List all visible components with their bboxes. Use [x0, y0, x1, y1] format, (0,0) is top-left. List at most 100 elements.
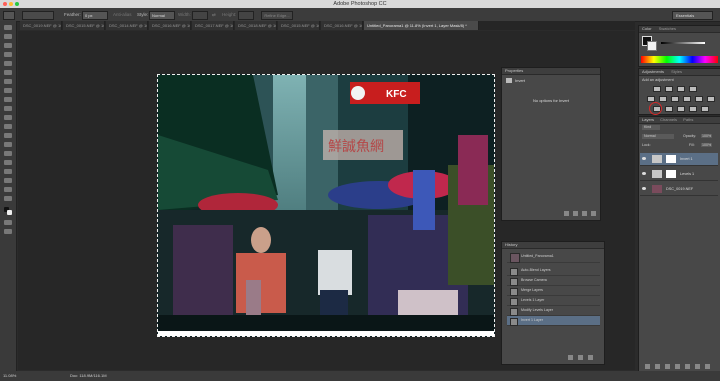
new-layer-icon[interactable] — [695, 364, 700, 369]
layer-mask-thumbnail[interactable] — [666, 155, 676, 163]
levels-icon[interactable] — [665, 86, 673, 92]
history-panel-tab[interactable]: History — [502, 242, 604, 249]
marquee-tool-preset-icon[interactable] — [3, 11, 15, 20]
tab-swatches[interactable]: Swatches — [659, 26, 676, 31]
visibility-toggle-icon[interactable] — [591, 211, 596, 216]
tab-color[interactable]: Color — [642, 26, 652, 31]
delete-state-icon[interactable] — [588, 355, 593, 360]
antialias-checkbox[interactable]: Anti-alias — [113, 11, 132, 18]
gradient-tool-icon[interactable] — [4, 124, 12, 129]
history-item[interactable]: Auto-Blend Layers — [507, 266, 600, 276]
pen-tool-icon[interactable] — [4, 151, 12, 156]
document-image[interactable]: KFC 鮮誠魚網 — [157, 74, 495, 337]
eye-icon[interactable] — [642, 157, 646, 160]
width-input[interactable] — [192, 11, 208, 20]
eyedropper-tool-icon[interactable] — [4, 70, 12, 75]
curves-icon[interactable] — [677, 86, 685, 92]
opacity-input[interactable]: 100% — [701, 134, 713, 138]
new-document-from-state-icon[interactable] — [568, 355, 573, 360]
history-item[interactable]: Levels 1 Layer — [507, 296, 600, 306]
posterize-icon[interactable] — [665, 106, 673, 112]
document-info[interactable]: Doc: 118.9M/116.1M — [70, 371, 107, 381]
black-white-icon[interactable] — [683, 96, 691, 102]
zoom-tool-icon[interactable] — [4, 196, 12, 201]
height-input[interactable] — [238, 11, 254, 20]
exposure-icon[interactable] — [689, 86, 697, 92]
history-item-active[interactable]: Invert 1 Layer — [507, 316, 600, 326]
layer-row[interactable]: Levels 1 — [640, 168, 718, 181]
tab-adjustments[interactable]: Adjustments — [642, 69, 664, 74]
document-tab[interactable]: DSC_0016.NEF @ 16... — [321, 21, 363, 30]
move-tool-icon[interactable] — [4, 25, 12, 30]
style-select[interactable]: Normal — [149, 11, 175, 20]
document-tab[interactable]: DSC_0019.NEF @ 16... — [20, 21, 62, 30]
new-adjustment-layer-icon[interactable] — [675, 364, 680, 369]
path-selection-tool-icon[interactable] — [4, 169, 12, 174]
quick-select-tool-icon[interactable] — [4, 52, 12, 57]
lasso-tool-icon[interactable] — [4, 43, 12, 48]
feather-input[interactable]: 0 px — [82, 11, 108, 20]
threshold-icon[interactable] — [677, 106, 685, 112]
history-item[interactable]: Browse Camera — [507, 276, 600, 286]
blend-mode-select[interactable]: Normal — [642, 134, 674, 139]
document-tab[interactable]: DSC_0016.NEF @ 16... — [149, 21, 191, 30]
gradient-map-icon[interactable] — [689, 106, 697, 112]
background-color-chip[interactable] — [647, 41, 657, 51]
document-tab[interactable]: DSC_0018.NEF @ 16... — [235, 21, 277, 30]
color-balance-icon[interactable] — [671, 96, 679, 102]
background-color-swatch[interactable] — [7, 210, 12, 215]
delete-layer-icon[interactable] — [705, 364, 710, 369]
view-previous-state-icon[interactable] — [573, 211, 578, 216]
screen-mode-icon[interactable] — [4, 229, 12, 234]
tab-channels[interactable]: Channels — [660, 117, 677, 122]
color-spectrum-ramp[interactable] — [641, 56, 718, 63]
document-tab[interactable]: DSC_0017.NEF @ 16... — [192, 21, 234, 30]
brightness-contrast-icon[interactable] — [653, 86, 661, 92]
document-tab[interactable]: DSC_0015.NEF @ 16... — [278, 21, 320, 30]
minimize-window-icon[interactable] — [9, 2, 13, 6]
clone-stamp-tool-icon[interactable] — [4, 97, 12, 102]
layer-filter-kind[interactable]: Kind — [642, 125, 660, 130]
link-layers-icon[interactable] — [645, 364, 650, 369]
layer-row[interactable]: DSC_0019.NEF — [640, 183, 718, 196]
history-item[interactable]: Modify Levels Layer — [507, 306, 600, 316]
close-window-icon[interactable] — [3, 2, 7, 6]
tab-styles[interactable]: Styles — [671, 69, 682, 74]
eye-icon[interactable] — [642, 172, 646, 175]
layer-mask-thumbnail[interactable] — [666, 170, 676, 178]
color-slider[interactable] — [661, 42, 705, 44]
selective-color-icon[interactable] — [701, 106, 709, 112]
hand-tool-icon[interactable] — [4, 187, 12, 192]
brush-tool-icon[interactable] — [4, 88, 12, 93]
new-group-icon[interactable] — [685, 364, 690, 369]
clip-to-layer-icon[interactable] — [564, 211, 569, 216]
document-tab[interactable]: DSC_0014.NEF @ 16... — [106, 21, 148, 30]
layer-row-active[interactable]: Invert 1 — [640, 153, 718, 166]
layer-style-icon[interactable] — [655, 364, 660, 369]
history-brush-tool-icon[interactable] — [4, 106, 12, 111]
history-snapshot[interactable]: Untitled_Panorama1 — [507, 251, 600, 263]
add-mask-icon[interactable] — [665, 364, 670, 369]
dodge-tool-icon[interactable] — [4, 142, 12, 147]
eye-icon[interactable] — [642, 187, 646, 190]
zoom-window-icon[interactable] — [15, 2, 19, 6]
eraser-tool-icon[interactable] — [4, 115, 12, 120]
healing-brush-tool-icon[interactable] — [4, 79, 12, 84]
active-document-tab[interactable]: Untitled_Panorama1 @ 11.8% (Invert 1, La… — [364, 21, 479, 30]
refine-edge-button[interactable]: Refine Edge... — [261, 11, 293, 20]
swap-icon[interactable]: ⇄ — [212, 11, 216, 18]
history-item[interactable]: Merge Layers — [507, 286, 600, 296]
photo-filter-icon[interactable] — [695, 96, 703, 102]
properties-panel-tab[interactable]: Properties — [502, 68, 600, 75]
workspace-select[interactable]: Essentials — [672, 11, 713, 20]
shape-tool-icon[interactable] — [4, 178, 12, 183]
create-snapshot-icon[interactable] — [578, 355, 583, 360]
document-tab[interactable]: DSC_0015.NEF @ 16... — [63, 21, 105, 30]
fill-input[interactable]: 100% — [701, 143, 713, 147]
type-tool-icon[interactable] — [4, 160, 12, 165]
marquee-tool-icon[interactable] — [4, 34, 12, 39]
selection-mode-buttons[interactable] — [22, 11, 54, 20]
tab-paths[interactable]: Paths — [683, 117, 693, 122]
blur-tool-icon[interactable] — [4, 133, 12, 138]
zoom-level[interactable]: 11.08% — [3, 371, 16, 381]
